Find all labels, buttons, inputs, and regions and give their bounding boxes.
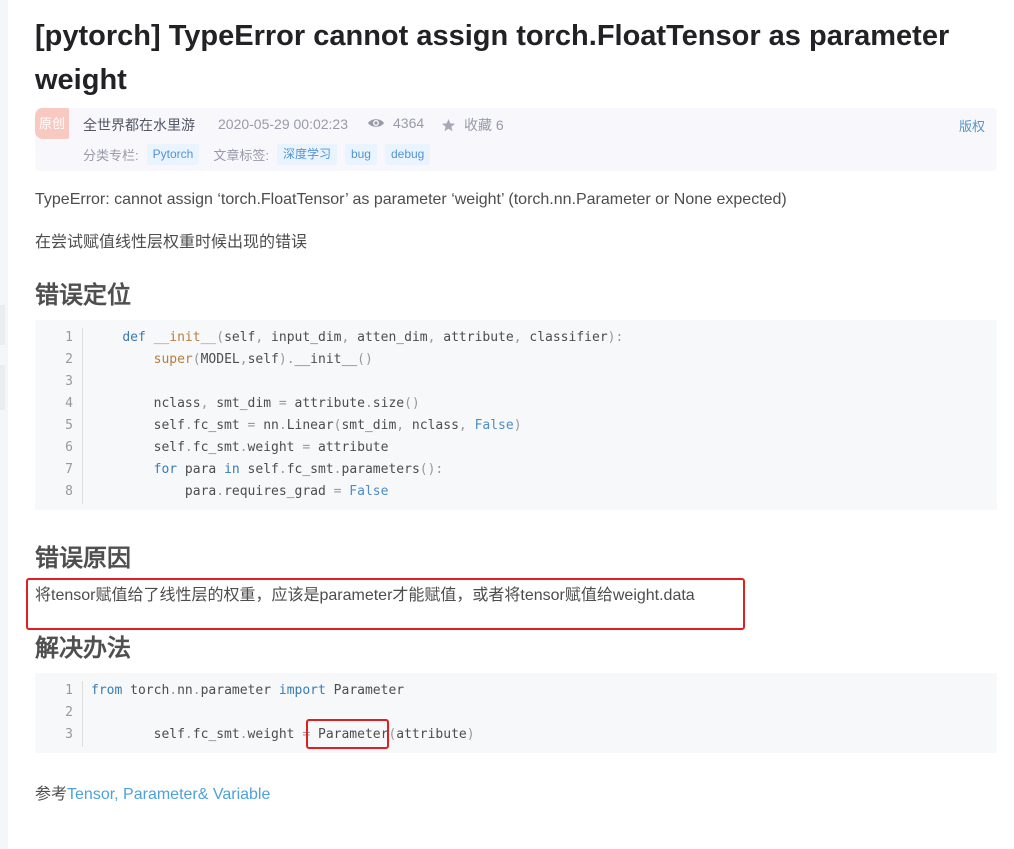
article-meta-bar: 原创 全世界都在水里游 2020-05-29 00:02:23 4364 收藏 … <box>35 108 997 171</box>
error-message-text: TypeError: cannot assign ‘torch.FloatTen… <box>35 191 787 208</box>
code-block-error-location: 1 def __init__(self, input_dim, atten_di… <box>35 320 997 510</box>
code-block-solution: 1 from torch.nn.parameter import Paramete… <box>35 673 997 753</box>
line-number: 5 <box>65 418 73 433</box>
line-number: 2 <box>65 352 73 367</box>
article-title: [pytorch] TypeError cannot assign torch.… <box>35 20 950 96</box>
section-heading-solution: 解决办法 <box>35 635 131 662</box>
category-tag-row: 分类专栏: Pytorch 文章标签: 深度学习 bug debug <box>83 144 431 165</box>
section-heading-error-location: 错误定位 <box>35 282 131 309</box>
article-tag[interactable]: bug <box>344 144 377 165</box>
code-text: self.fc_smt.weight = attribute <box>91 440 389 455</box>
code-line: 2 super(MODEL,self).__init__() <box>35 349 997 371</box>
code-line: 3 <box>35 371 997 393</box>
code-line: 2 <box>35 702 997 724</box>
category-tag[interactable]: Pytorch <box>146 144 200 165</box>
code-line: 1 def __init__(self, input_dim, atten_di… <box>35 327 997 349</box>
original-badge-label: 原创 <box>38 116 65 131</box>
line-number: 4 <box>65 396 73 411</box>
code-text: self.fc_smt = nn.Linear(smt_dim, nclass,… <box>91 418 522 433</box>
line-number: 7 <box>65 462 73 477</box>
line-number: 1 <box>65 683 73 698</box>
reference-prefix: 参考 <box>35 786 68 803</box>
error-context-text: 在尝试赋值线性层权重时候出现的错误 <box>35 234 308 251</box>
tags-label: 文章标签: <box>213 148 269 163</box>
code-text: from torch.nn.parameter import Parameter <box>91 683 405 698</box>
code-text: para.requires_grad = False <box>91 484 389 499</box>
code-line: 7 for para in self.fc_smt.parameters(): <box>35 459 997 481</box>
code-line: 3 self.fc_smt.weight = Parameter(attribu… <box>35 724 997 746</box>
original-badge: 原创 <box>35 108 69 139</box>
copyright-link[interactable]: 版权 <box>959 116 985 135</box>
left-scroll-strip <box>0 0 8 849</box>
line-number: 2 <box>65 705 73 720</box>
line-number: 8 <box>65 484 73 499</box>
view-count: 4364 <box>367 115 424 131</box>
code-line: 5 self.fc_smt = nn.Linear(smt_dim, nclas… <box>35 415 997 437</box>
highlight-box-parameter <box>306 719 389 749</box>
left-strip-mark <box>0 305 5 345</box>
reference-line: 参考Tensor, Parameter& Variable <box>35 780 270 804</box>
code-text: for para in self.fc_smt.parameters(): <box>153 462 444 477</box>
code-line: 8 para.requires_grad = False <box>35 481 997 503</box>
highlight-box-error-cause <box>26 578 745 630</box>
view-count-value: 4364 <box>393 115 425 131</box>
favorite-count: 收藏 6 <box>464 117 504 133</box>
category-label: 分类专栏: <box>83 148 139 163</box>
line-number: 3 <box>65 727 73 742</box>
code-line: 1 from torch.nn.parameter import Paramete… <box>35 680 997 702</box>
left-strip-mark <box>0 365 5 410</box>
article-tag[interactable]: debug <box>384 144 431 165</box>
code-text: self.fc_smt.weight = Parameter(attribute… <box>91 727 475 742</box>
section-heading-error-cause: 错误原因 <box>35 545 131 572</box>
publish-date: 2020-05-29 00:02:23 <box>218 116 348 132</box>
line-number: 3 <box>65 374 73 389</box>
code-line: 6 self.fc_smt.weight = attribute <box>35 437 997 459</box>
star-icon <box>442 118 455 131</box>
author-link[interactable]: 全世界都在水里游 <box>83 115 195 135</box>
code-text: def __init__(self, input_dim, atten_dim,… <box>122 330 624 345</box>
line-number: 1 <box>65 330 73 345</box>
code-text: nclass, smt_dim = attribute.size() <box>91 396 420 411</box>
article-tag[interactable]: 深度学习 <box>276 144 337 165</box>
code-line: 4 nclass, smt_dim = attribute.size() <box>35 393 997 415</box>
reference-link[interactable]: Tensor, Parameter& Variable <box>67 786 270 803</box>
code-text: super(MODEL,self).__init__() <box>153 352 373 367</box>
eye-icon <box>368 119 384 127</box>
line-number: 6 <box>65 440 73 455</box>
favorite-button[interactable]: 收藏 6 <box>441 115 504 135</box>
